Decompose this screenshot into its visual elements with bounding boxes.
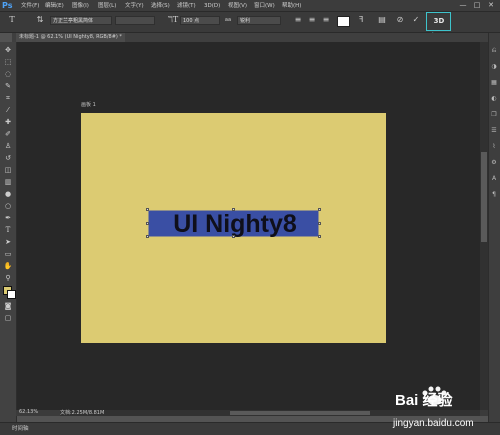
move-icon[interactable]: ✥ [3, 46, 13, 55]
hand-icon[interactable]: ✋ [3, 262, 13, 271]
type-tool-icon[interactable]: T [6, 14, 18, 26]
transform-handle[interactable] [232, 208, 235, 211]
channels-icon[interactable]: ☰ [489, 126, 499, 136]
menu-view[interactable]: 视图(V) [228, 1, 247, 11]
antialias-icon: aa [224, 17, 232, 23]
close-window-button[interactable]: ✕ [486, 1, 496, 10]
watermark-brand: Bai 经验 [395, 391, 454, 409]
document-info[interactable]: 文档:2.25M/8.81M [60, 409, 104, 416]
color-icon[interactable]: ◑ [489, 62, 499, 72]
character-panel-icon[interactable]: ▤ [376, 14, 388, 26]
paragraph-icon[interactable]: ¶ [489, 190, 499, 200]
history-icon[interactable]: ⎌ [489, 46, 499, 56]
text-color-swatch[interactable] [337, 16, 350, 27]
character-icon[interactable]: A [489, 174, 499, 184]
vertical-scroll-thumb[interactable] [481, 152, 487, 242]
watermark-url: jingyan.baidu.com [392, 418, 474, 429]
menu-image[interactable]: 图像(I) [72, 1, 89, 11]
maximize-button[interactable]: □ [472, 1, 482, 10]
dodge-icon[interactable]: ○ [3, 202, 13, 211]
properties-icon[interactable]: ⚙ [489, 158, 499, 168]
adjust-icon[interactable]: ◐ [489, 94, 499, 104]
lasso-icon[interactable]: ◌ [3, 70, 13, 79]
menu-3d[interactable]: 3D(D) [204, 1, 220, 11]
transform-handle[interactable] [146, 208, 149, 211]
transform-handle[interactable] [318, 208, 321, 211]
screen-mode-icon[interactable]: ▢ [3, 314, 13, 323]
canvas-text-layer[interactable]: UI Nighty8 [140, 208, 330, 240]
transform-handle[interactable] [146, 222, 149, 225]
transform-handle[interactable] [232, 235, 235, 238]
horizontal-scroll-thumb[interactable] [230, 411, 370, 415]
align-right-icon[interactable]: ≡ [320, 14, 332, 26]
eyedropper-icon[interactable]: ⁄ [3, 106, 13, 115]
antialias-select[interactable]: 锐利 [237, 16, 281, 25]
menu-window[interactable]: 窗口(W) [254, 1, 275, 11]
blur-icon[interactable]: ● [3, 190, 13, 199]
swatches-icon[interactable]: ▦ [489, 78, 499, 88]
path-select-icon[interactable]: ➤ [3, 238, 13, 247]
pen-icon[interactable]: ✒ [3, 214, 13, 223]
font-size-select[interactable]: 100 点 [180, 16, 220, 25]
marquee-icon[interactable]: ⬚ [3, 58, 13, 67]
document-tab[interactable]: 未标题-1 @ 62.1% (UI Nighty8, RGB/8#) * [16, 33, 125, 42]
commit-icon[interactable]: ✓ [410, 14, 422, 26]
align-left-icon[interactable]: ≡ [292, 14, 304, 26]
orientation-toggle-icon[interactable]: ⇅ [34, 14, 46, 26]
brush-icon[interactable]: ✐ [3, 130, 13, 139]
photoshop-logo: Ps [2, 1, 13, 10]
menu-filter[interactable]: 滤镜(T) [177, 1, 196, 11]
transform-handle[interactable] [146, 235, 149, 238]
rectangle-icon[interactable]: ▭ [3, 250, 13, 259]
font-size-icon: ℸT [167, 15, 179, 24]
baidu-watermark: Bai 经验 jingyan.baidu.com [392, 386, 474, 429]
paths-icon[interactable]: ⌇ [489, 142, 499, 152]
minimize-button[interactable]: — [458, 1, 468, 10]
menu-edit[interactable]: 编辑(E) [45, 1, 64, 11]
menu-help[interactable]: 帮助(H) [282, 1, 301, 11]
menu-type[interactable]: 文字(Y) [125, 1, 144, 11]
eraser-icon[interactable]: ◫ [3, 166, 13, 175]
menu-layer[interactable]: 图层(L) [98, 1, 116, 11]
quick-mask-icon[interactable]: ◙ [3, 302, 13, 311]
menu-file[interactable]: 文件(F) [21, 1, 39, 11]
quick-select-icon[interactable]: ✎ [3, 82, 13, 91]
crop-icon[interactable]: ⌗ [3, 94, 13, 103]
threed-button[interactable]: 3D [430, 14, 448, 28]
stamp-icon[interactable]: ♙ [3, 142, 13, 151]
history-brush-icon[interactable]: ↺ [3, 154, 13, 163]
zoom-level[interactable]: 62.13% [19, 409, 38, 415]
transform-handle[interactable] [318, 222, 321, 225]
panel-dock [488, 33, 500, 423]
warp-text-icon[interactable]: ꟻ [355, 14, 367, 26]
menu-select[interactable]: 选择(S) [151, 1, 170, 11]
transform-handle[interactable] [318, 235, 321, 238]
align-center-icon[interactable]: ≡ [306, 14, 318, 26]
background-color-swatch[interactable] [7, 290, 16, 299]
gradient-icon[interactable]: ▥ [3, 178, 13, 187]
timeline-tab[interactable]: 时间轴 [12, 424, 29, 432]
type-icon[interactable]: T [3, 226, 13, 235]
healing-icon[interactable]: ✚ [3, 118, 13, 127]
zoom-icon[interactable]: ⚲ [3, 274, 13, 283]
cancel-icon[interactable]: ⊘ [394, 14, 406, 26]
artboard-label[interactable]: 画板 1 [81, 101, 96, 108]
font-style-select[interactable] [115, 16, 155, 25]
font-family-select[interactable]: 方正兰亭粗黑简体 [50, 16, 112, 25]
layers-icon[interactable]: ❐ [489, 110, 499, 120]
